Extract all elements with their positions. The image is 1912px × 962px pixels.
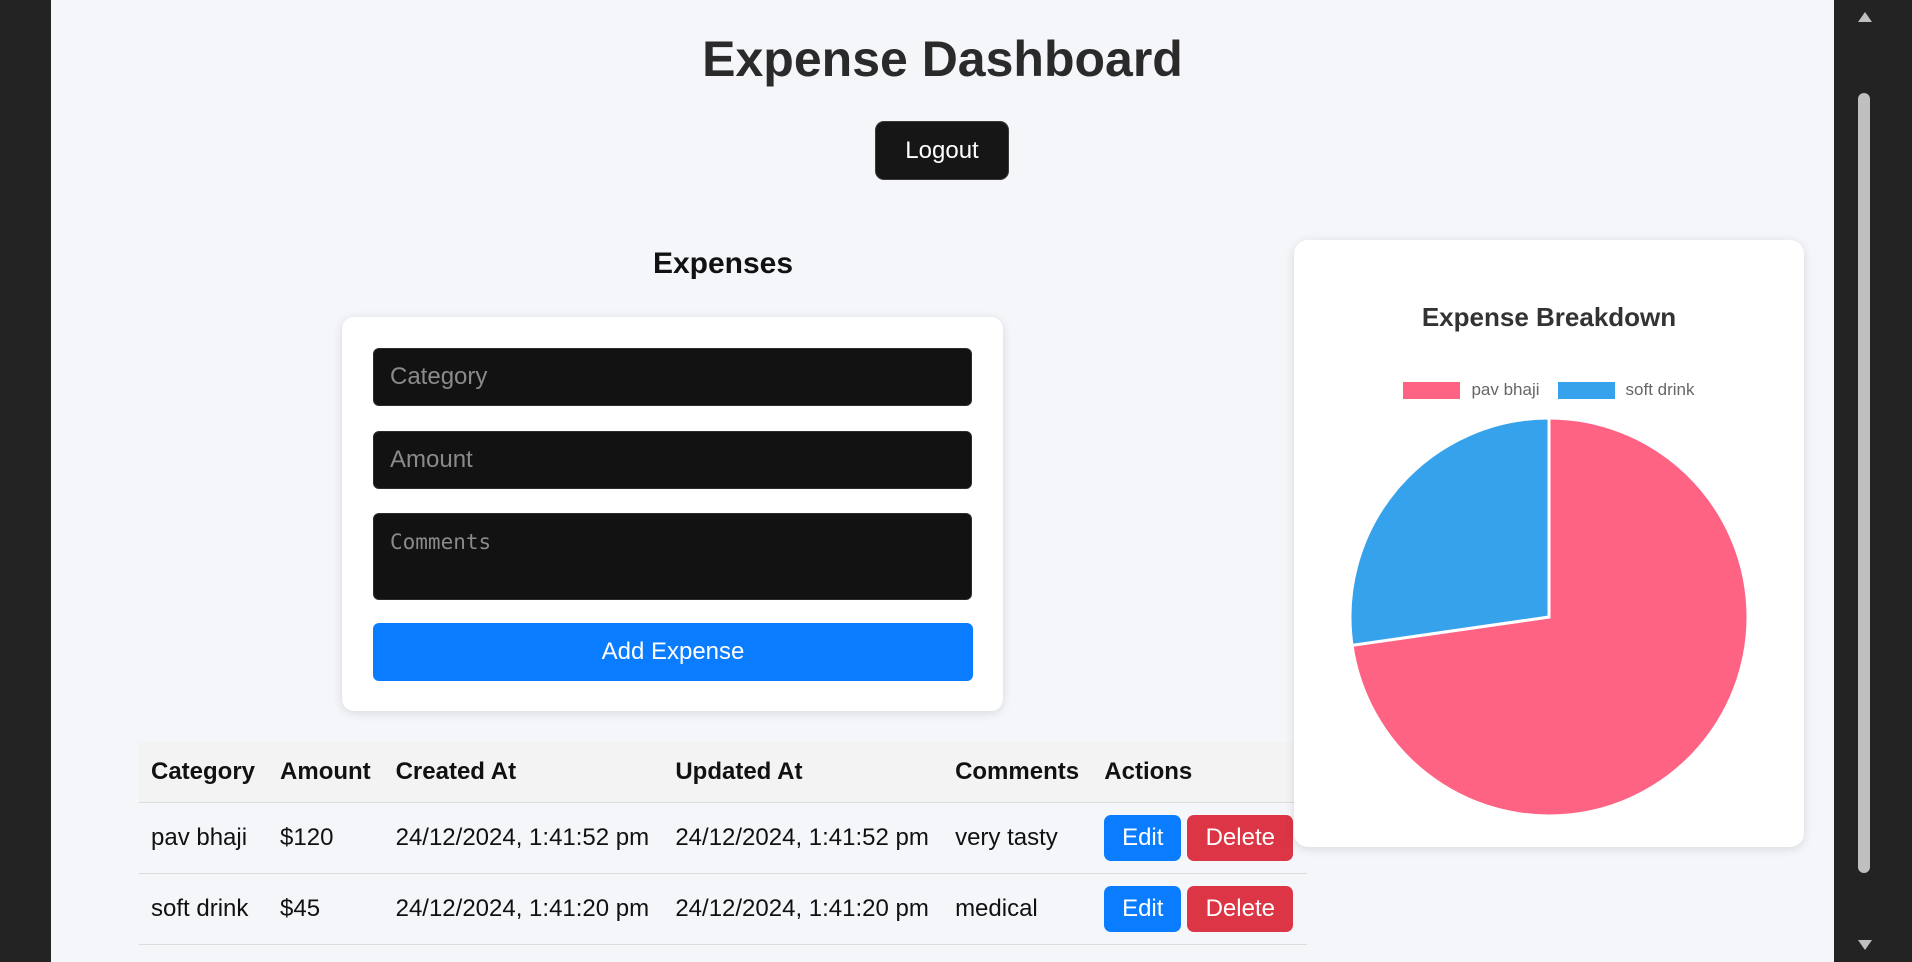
page-title: Expense Dashboard <box>702 31 1183 87</box>
cell-amount: $45 <box>268 873 384 945</box>
cell-category: soft drink <box>139 873 269 945</box>
pie-slice-soft-drink[interactable] <box>1348 416 1551 648</box>
logout-button[interactable]: Logout <box>875 121 1009 180</box>
header-category: Category <box>139 742 269 803</box>
header-updated-at: Updated At <box>663 742 944 803</box>
table-row: soft drink $45 24/12/2024, 1:41:20 pm 24… <box>139 873 1307 945</box>
cell-comments: very tasty <box>943 802 1093 874</box>
table-header-row: Category Amount Created At Updated At Co… <box>139 742 1307 803</box>
category-input[interactable] <box>373 348 972 406</box>
edit-button[interactable]: Edit <box>1104 814 1182 861</box>
scroll-thumb[interactable] <box>1858 93 1870 873</box>
cell-amount: $120 <box>268 802 384 874</box>
cell-created-at: 24/12/2024, 1:41:52 pm <box>383 802 664 874</box>
legend-swatch <box>1403 381 1461 399</box>
expense-breakdown-card: Expense Breakdown pav bhaji soft drink <box>1294 240 1804 847</box>
cell-comments: medical <box>943 873 1093 945</box>
scrollbar[interactable] <box>1851 0 1877 962</box>
table-row: pav bhaji $120 24/12/2024, 1:41:52 pm 24… <box>139 802 1307 874</box>
cell-updated-at: 24/12/2024, 1:41:52 pm <box>663 802 944 874</box>
pie-chart <box>1348 416 1750 818</box>
scroll-up-arrow-icon[interactable] <box>1858 12 1872 22</box>
expenses-section-title: Expenses <box>652 247 794 280</box>
cell-actions: Edit Delete <box>1092 802 1307 874</box>
header-created-at: Created At <box>383 742 664 803</box>
legend-label: pav bhaji <box>1471 380 1540 399</box>
add-expense-button[interactable]: Add Expense <box>373 623 973 681</box>
delete-button[interactable]: Delete <box>1187 814 1294 861</box>
comments-textarea[interactable] <box>373 513 972 600</box>
legend-swatch <box>1557 381 1615 399</box>
delete-button[interactable]: Delete <box>1187 885 1294 932</box>
header-comments: Comments <box>943 742 1093 803</box>
cell-category: pav bhaji <box>139 802 269 874</box>
header-actions: Actions <box>1092 742 1307 803</box>
legend-item-pav-bhaji[interactable]: pav bhaji <box>1403 380 1540 400</box>
amount-input[interactable] <box>373 431 972 489</box>
expenses-table: Category Amount Created At Updated At Co… <box>139 742 1307 945</box>
edit-button[interactable]: Edit <box>1104 885 1182 932</box>
cell-actions: Edit Delete <box>1092 873 1307 945</box>
dashboard-page: Expense Dashboard Logout Expenses Add Ex… <box>51 0 1834 962</box>
legend-item-soft-drink[interactable]: soft drink <box>1557 380 1695 400</box>
chart-legend: pav bhaji soft drink <box>1294 380 1804 400</box>
cell-created-at: 24/12/2024, 1:41:20 pm <box>383 873 664 945</box>
legend-label: soft drink <box>1625 380 1695 399</box>
cell-updated-at: 24/12/2024, 1:41:20 pm <box>663 873 944 945</box>
expense-form: Add Expense <box>342 317 1003 711</box>
chart-title: Expense Breakdown <box>1421 302 1677 332</box>
header-amount: Amount <box>268 742 384 803</box>
scroll-down-arrow-icon[interactable] <box>1858 940 1872 950</box>
